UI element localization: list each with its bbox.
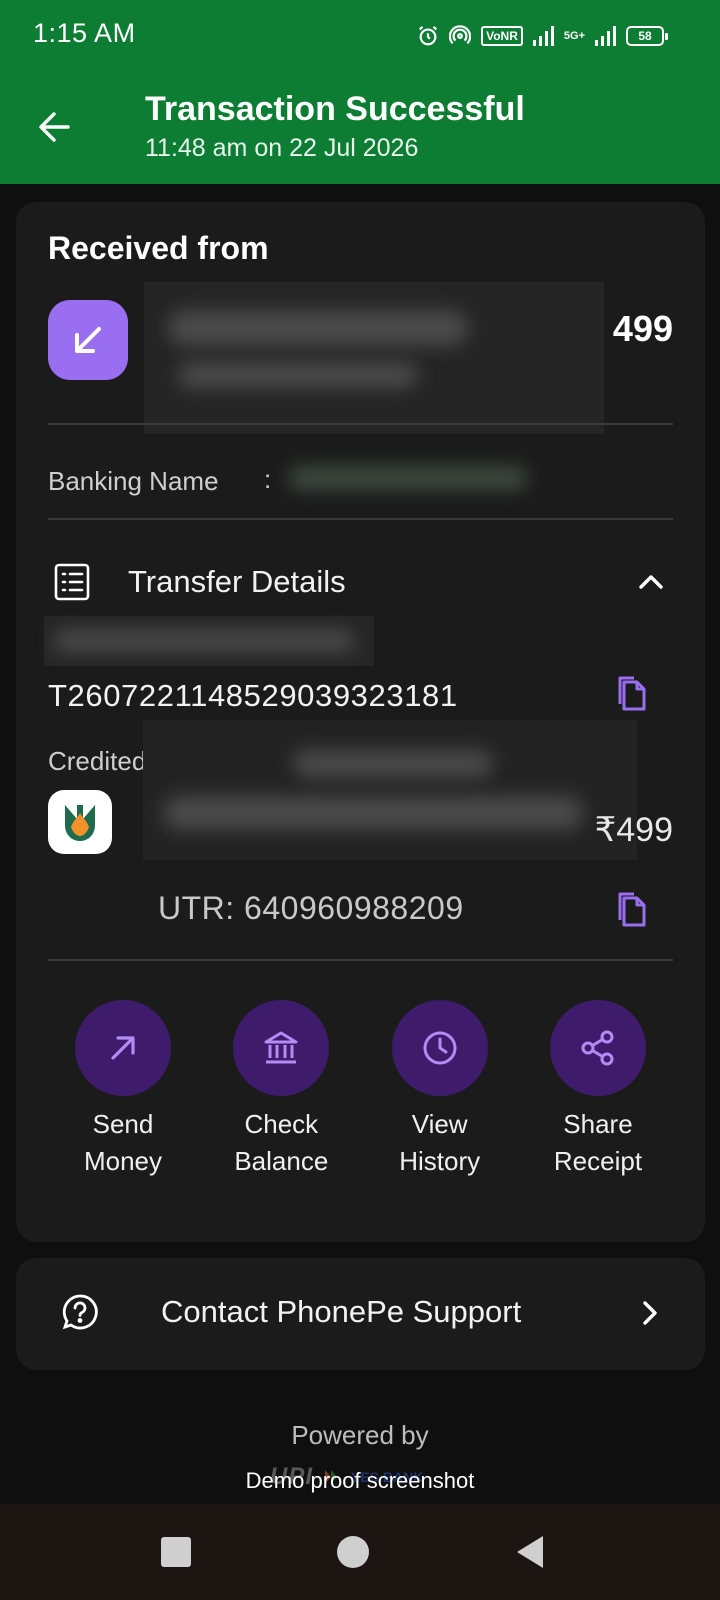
share-icon [581, 1030, 614, 1066]
check-balance-label: Check Balance [234, 1109, 329, 1176]
redacted-sender [144, 282, 604, 434]
transaction-timestamp: 11:48 am on 22 Jul 2026 [145, 134, 419, 162]
redacted-transaction-label [44, 616, 374, 666]
send-money-label: Send Money [83, 1109, 163, 1176]
send-money-button[interactable]: Send Money [48, 1000, 198, 1200]
divider [48, 518, 673, 520]
received-amount: 499 [612, 308, 673, 349]
signal-icon [532, 26, 554, 46]
clock-icon [423, 1031, 457, 1065]
send-money-circle[interactable] [75, 1000, 171, 1096]
view-history-button[interactable]: View History [365, 1000, 515, 1200]
battery-icon: 58 [626, 26, 668, 46]
app-header: 1:15 AM VoNR 5G+ 58 Transaction Successf… [0, 0, 720, 184]
demo-watermark: Demo proof screenshot [245, 1468, 475, 1493]
view-history-label: View History [399, 1109, 481, 1176]
back-nav-icon[interactable] [510, 1532, 550, 1572]
chevron-right-icon [643, 1301, 657, 1325]
transfer-details-label[interactable]: Transfer Details [128, 564, 346, 600]
received-arrow-icon [48, 300, 128, 380]
check-balance-circle[interactable] [233, 1000, 330, 1096]
bank-logo-icon [48, 790, 112, 854]
receipt-list-icon [54, 563, 90, 601]
divider [48, 423, 673, 425]
banking-name-label: Banking Name [48, 466, 219, 496]
credited-to-label: Credited [48, 746, 147, 776]
utr-number: UTR: 640960988209 [158, 890, 464, 926]
copy-icon[interactable] [614, 674, 650, 714]
network-type-label: 5G+ [563, 30, 585, 42]
status-icons: VoNR 5G+ 58 [417, 22, 668, 50]
transaction-id: T2607221148529039323181 [48, 678, 458, 713]
page-title: Transaction Successful [145, 90, 525, 128]
system-nav-bar [0, 1504, 720, 1600]
signal-2-icon [595, 26, 616, 46]
status-time: 1:15 AM [33, 18, 136, 48]
redacted-banking-name [278, 456, 538, 500]
home-icon[interactable] [333, 1532, 373, 1572]
quick-actions: Send Money Check Balance View History Share… [48, 1000, 673, 1200]
vonr-badge: VoNR [481, 26, 523, 46]
received-from-label: Received from [48, 230, 269, 266]
credited-amount: ₹499 [594, 811, 673, 849]
copy-icon[interactable] [614, 890, 650, 930]
contact-support-label: Contact PhonePe Support [161, 1294, 522, 1329]
alarm-icon [419, 26, 438, 46]
back-arrow-icon[interactable] [32, 104, 78, 150]
view-history-circle[interactable] [391, 1000, 488, 1096]
divider [48, 959, 673, 961]
recent-apps-icon[interactable] [156, 1532, 196, 1572]
arrow-up-right-icon [111, 1036, 135, 1060]
redacted-credited-account [143, 720, 637, 860]
check-balance-button[interactable]: Check Balance [206, 1000, 356, 1200]
banking-name-colon: : [264, 464, 272, 494]
powered-by-label: Powered by [291, 1420, 429, 1450]
hotspot-icon [449, 25, 472, 45]
transaction-card: Received from 499 Banking Name : Transfe… [16, 202, 705, 1242]
contact-support-button[interactable]: Contact PhonePe Support [16, 1258, 705, 1370]
bank-icon [264, 1031, 298, 1064]
help-chat-icon [62, 1294, 98, 1330]
status-bar: 1:15 AM VoNR 5G+ 58 [0, 0, 720, 72]
share-receipt-circle[interactable] [549, 1000, 646, 1096]
share-receipt-label: Share Receipt [553, 1109, 643, 1176]
share-receipt-button[interactable]: Share Receipt [523, 1000, 673, 1200]
chevron-up-icon[interactable] [633, 564, 669, 600]
